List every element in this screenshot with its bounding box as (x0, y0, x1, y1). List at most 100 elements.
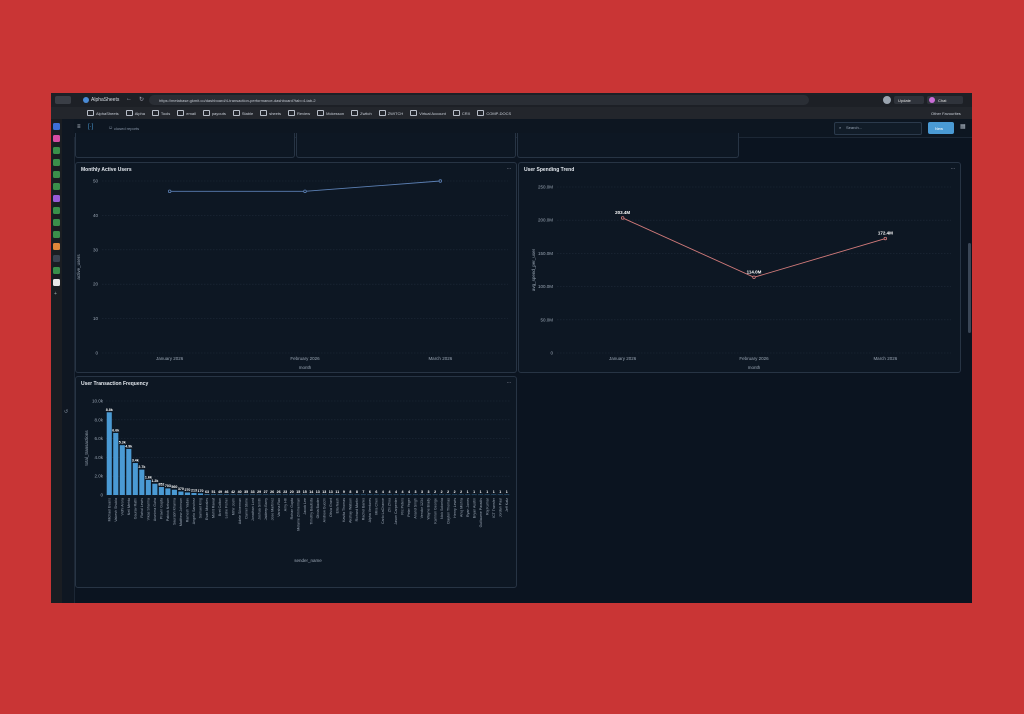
bar-value-label: 1 (473, 490, 475, 494)
bar (204, 494, 210, 495)
sidebar-app-icon[interactable] (53, 279, 60, 286)
logo-icon[interactable]: [·] (88, 124, 93, 130)
x-tick-label: Raj Kumar (485, 497, 489, 515)
data-label: 172.4M (878, 231, 893, 236)
bookmarks-list: AlphaSheets Alpha Tools email payouts Stable s… (87, 110, 511, 116)
app-nav-rail: ↺ (62, 119, 75, 603)
browser-window: AlphaSheets ← ↻ https://metabase.gkmit.c… (51, 93, 972, 603)
bar-value-label: 1 (499, 490, 501, 494)
sidebar-app-icon[interactable] (53, 195, 60, 202)
sidebar-app-icon[interactable] (53, 183, 60, 190)
bookmark-item[interactable]: Review (287, 110, 310, 116)
x-tick-label: Rachel Banks (362, 498, 366, 520)
scrollbar[interactable] (968, 243, 971, 333)
x-axis-label: sender_name (294, 558, 322, 563)
bookmark-item[interactable]: payouts (202, 110, 226, 116)
x-tick-label: Clayton Thomas (446, 498, 450, 524)
bar-value-label: 15 (303, 490, 307, 494)
sidebar-app-icon[interactable] (53, 135, 60, 142)
bookmark-item[interactable]: AlphaSheets (87, 110, 119, 116)
sidebar-app-icon[interactable] (53, 171, 60, 178)
x-tick-label: Anuj Mishra (459, 498, 463, 517)
dashboard-card (75, 133, 295, 158)
bar (126, 448, 132, 495)
folder-icon (351, 110, 359, 116)
x-tick-label: Arunima Guha (153, 498, 157, 521)
bookmark-item[interactable]: Stable (232, 110, 253, 116)
sidebar-app-icon[interactable] (53, 123, 60, 130)
bar-value-label: 20 (290, 490, 294, 494)
window-controls[interactable] (55, 96, 71, 104)
bookmark-item[interactable]: ZWITCH (378, 110, 403, 116)
menu-icon[interactable]: ≡ (77, 124, 81, 130)
back-icon[interactable]: ← (126, 96, 132, 102)
bar-value-label: 6.6k (112, 428, 119, 432)
sidebar-app-icon[interactable] (53, 147, 60, 154)
bar-value-label: 13 (329, 490, 333, 494)
bookmark-item[interactable]: Virtual Account (410, 110, 446, 116)
x-tick-label: Alpha Ventures (368, 498, 372, 523)
breadcrumb[interactable]: closed reports (114, 126, 139, 131)
bar-value-label: 2 (460, 490, 462, 494)
bookmark-item[interactable]: sheets (260, 110, 281, 116)
bar-value-label: 560 (171, 485, 177, 489)
y-tick-label: 10.0k (92, 399, 104, 404)
grid-icon[interactable]: ▦ (960, 123, 966, 130)
y-tick-label: 0 (100, 493, 103, 498)
sidebar-app-icon[interactable] (53, 207, 60, 214)
bar-value-label: 3 (415, 490, 417, 494)
y-tick-label: 30 (93, 247, 99, 252)
folder-icon (378, 110, 386, 116)
sidebar-app-icon[interactable] (53, 255, 60, 262)
x-axis-label: month (748, 365, 761, 370)
sidebar-app-icon[interactable] (53, 219, 60, 226)
x-tick-label: Leslie Fisher (225, 497, 229, 518)
url-text[interactable]: https://metabase.gkmit.co/dashboard/4-tr… (159, 98, 316, 103)
tab-title[interactable]: AlphaSheets (91, 97, 119, 103)
add-icon[interactable]: + (54, 291, 57, 297)
sidebar-app-icon[interactable] (53, 159, 60, 166)
y-tick-label: 250.0M (538, 185, 553, 190)
bookmark-item[interactable]: Zwitch (351, 110, 372, 116)
bar-value-label: 1 (480, 490, 482, 494)
reload-icon[interactable]: ↻ (139, 96, 144, 103)
bookmark-item[interactable]: Mckesson (317, 110, 344, 116)
bar (158, 487, 164, 495)
bookmark-item[interactable]: Tools (151, 110, 170, 116)
bookmark-item[interactable]: CRX (452, 110, 470, 116)
bar-value-label: 23 (283, 490, 287, 494)
bar-value-label: 13 (322, 490, 326, 494)
y-axis-label: active_users (76, 254, 81, 280)
bookmark-label: sheets (269, 110, 281, 116)
bookmark-item[interactable]: COMP-DOCS (477, 110, 511, 116)
bar-value-label: 1 (493, 490, 495, 494)
sidebar-app-icon[interactable] (53, 231, 60, 238)
x-tick-label: Samuel King (199, 498, 203, 518)
collapse-icon[interactable]: ↺ (64, 409, 68, 415)
bookmark-label: Virtual Account (419, 110, 446, 116)
bar-value-label: 270 (184, 488, 190, 492)
bar-value-label: 4.9k (125, 444, 132, 448)
x-tick-label: Jonathan Lord (251, 498, 255, 521)
y-tick-label: 100.0M (538, 284, 553, 289)
sidebar-app-icon[interactable] (53, 243, 60, 250)
bookmark-label: Mckesson (326, 110, 345, 116)
spend-chart: 250.0M 200.0M 150.0M 100.0M 50.0M 0 January 20… (531, 185, 951, 370)
other-favourites[interactable]: Other Favourites (931, 111, 961, 116)
x-tick-label: Michael Evans (107, 498, 111, 522)
x-tick-label: Mihir Joshi (231, 498, 235, 515)
bar-value-label: 4 (382, 490, 384, 494)
bar-value-label: 213 (191, 489, 197, 493)
profile-avatar[interactable] (883, 96, 891, 104)
sidebar-app-icon[interactable] (53, 267, 60, 274)
bookmark-label: email (186, 110, 196, 116)
x-tick-label: January 2026 (609, 356, 637, 361)
folder-icon (87, 110, 94, 116)
bar-value-label: 42 (231, 490, 235, 494)
bar (171, 489, 177, 495)
bookmark-item[interactable]: Alpha (125, 110, 145, 116)
x-tick-label: Daniel Stone (244, 498, 248, 519)
bookmark-item[interactable]: email (177, 110, 196, 116)
x-tick-label: Ric Peters (401, 498, 405, 515)
x-tick-label: Amy Hill (283, 498, 287, 511)
